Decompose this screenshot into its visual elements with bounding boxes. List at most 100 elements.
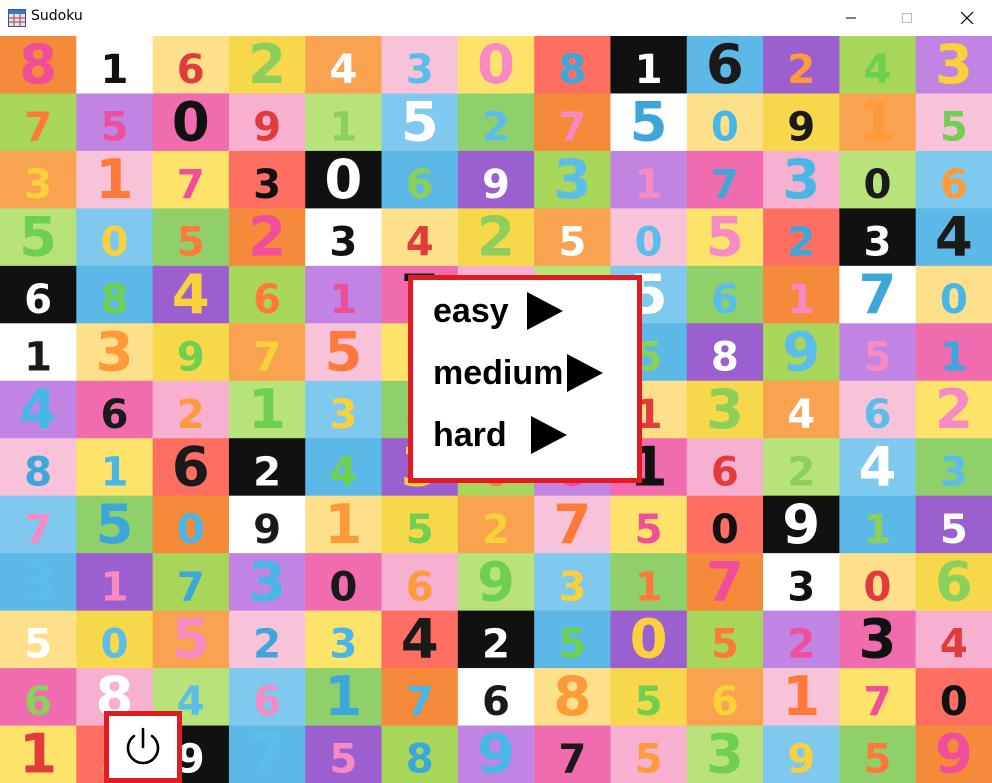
background-number: 5 bbox=[19, 205, 57, 269]
background-number: 8 bbox=[24, 449, 52, 495]
background-number: 2 bbox=[787, 449, 815, 495]
background-number: 7 bbox=[864, 679, 892, 725]
background-number: 5 bbox=[635, 737, 663, 783]
background-number: 4 bbox=[19, 377, 57, 441]
background-number: 8 bbox=[553, 664, 591, 728]
background-number: 3 bbox=[19, 549, 57, 613]
background-number: 4 bbox=[329, 47, 357, 93]
minimize-button[interactable] bbox=[828, 0, 874, 36]
background-number: 1 bbox=[100, 47, 128, 93]
background-number: 5 bbox=[24, 622, 52, 668]
background-number: 9 bbox=[787, 737, 815, 783]
background-number: 5 bbox=[630, 90, 668, 154]
background-number: 6 bbox=[253, 679, 281, 725]
title-bar: Sudoku bbox=[0, 0, 992, 36]
background-number: 7 bbox=[253, 334, 281, 380]
background-number: 1 bbox=[635, 47, 663, 93]
background-number: 9 bbox=[177, 334, 205, 380]
background-number: 5 bbox=[706, 205, 744, 269]
background-number: 4 bbox=[940, 622, 968, 668]
background-number: 8 bbox=[558, 47, 586, 93]
background-number: 0 bbox=[630, 607, 668, 671]
background-number: 3 bbox=[253, 162, 281, 208]
background-number: 3 bbox=[95, 319, 133, 383]
background-number: 6 bbox=[711, 277, 739, 323]
power-icon bbox=[126, 727, 160, 765]
background-number: 1 bbox=[787, 277, 815, 323]
background-number: 9 bbox=[482, 162, 510, 208]
background-number: 0 bbox=[177, 507, 205, 553]
background-number: 5 bbox=[324, 319, 362, 383]
background-number: 4 bbox=[859, 434, 897, 498]
background-number: 2 bbox=[787, 47, 815, 93]
background-number: 0 bbox=[100, 220, 128, 266]
background-number: 7 bbox=[248, 722, 286, 783]
background-number: 3 bbox=[406, 47, 434, 93]
close-button[interactable] bbox=[944, 0, 990, 36]
background-number: 4 bbox=[406, 220, 434, 266]
background-number: 9 bbox=[787, 105, 815, 151]
easy-option[interactable]: easy bbox=[433, 290, 565, 332]
background-number: 9 bbox=[477, 722, 515, 783]
background-number: 6 bbox=[406, 564, 434, 610]
background-number: 7 bbox=[24, 507, 52, 553]
background-number: 6 bbox=[172, 434, 210, 498]
background-number: 4 bbox=[935, 205, 973, 269]
background-number: 0 bbox=[711, 507, 739, 553]
background-number: 8 bbox=[19, 36, 57, 96]
background-number: 2 bbox=[482, 622, 510, 668]
background-number: 4 bbox=[329, 449, 357, 495]
background-number: 6 bbox=[482, 679, 510, 725]
maximize-button[interactable] bbox=[884, 0, 930, 36]
background-number: 3 bbox=[782, 147, 820, 211]
background-number: 1 bbox=[329, 105, 357, 151]
background-number: 1 bbox=[100, 449, 128, 495]
background-number: 2 bbox=[477, 205, 515, 269]
background-number: 5 bbox=[635, 507, 663, 553]
background-number: 8 bbox=[100, 277, 128, 323]
background-number: 5 bbox=[100, 105, 128, 151]
background-number: 6 bbox=[406, 162, 434, 208]
medium-option[interactable]: medium bbox=[433, 352, 605, 394]
background-number: 5 bbox=[940, 507, 968, 553]
background-number: 6 bbox=[864, 392, 892, 438]
background-number: 0 bbox=[940, 679, 968, 725]
power-button[interactable] bbox=[104, 711, 182, 783]
background-number: 7 bbox=[406, 679, 434, 725]
background-number: 7 bbox=[177, 162, 205, 208]
background-number: 4 bbox=[787, 392, 815, 438]
background-number: 7 bbox=[859, 262, 897, 326]
background-number: 6 bbox=[24, 679, 52, 725]
background-number: 2 bbox=[248, 36, 286, 96]
background-number: 0 bbox=[324, 147, 362, 211]
background-number: 3 bbox=[706, 722, 744, 783]
background-number: 5 bbox=[635, 679, 663, 725]
play-arrow-icon bbox=[530, 416, 567, 454]
background-number: 5 bbox=[329, 737, 357, 783]
background-number: 6 bbox=[100, 392, 128, 438]
background-number: 9 bbox=[782, 492, 820, 556]
background-number: 1 bbox=[782, 664, 820, 728]
background-number: 9 bbox=[935, 722, 973, 783]
hard-option[interactable]: hard bbox=[433, 414, 569, 456]
background-number: 5 bbox=[177, 220, 205, 266]
background-number: 6 bbox=[935, 549, 973, 613]
background-number: 3 bbox=[859, 607, 897, 671]
background-number: 3 bbox=[329, 220, 357, 266]
play-arrow-icon bbox=[526, 292, 563, 330]
background-number: 5 bbox=[172, 607, 210, 671]
background-number: 5 bbox=[864, 737, 892, 783]
background-number: 9 bbox=[253, 105, 281, 151]
background-number: 3 bbox=[787, 564, 815, 610]
background-number: 2 bbox=[787, 622, 815, 668]
background-number: 7 bbox=[706, 549, 744, 613]
background-number: 6 bbox=[253, 277, 281, 323]
background-number: 2 bbox=[787, 220, 815, 266]
background-number: 7 bbox=[711, 162, 739, 208]
background-number: 1 bbox=[324, 492, 362, 556]
background-number: 3 bbox=[329, 392, 357, 438]
background-number: 0 bbox=[711, 105, 739, 151]
minimize-icon bbox=[846, 17, 856, 19]
background-number: 2 bbox=[177, 392, 205, 438]
background-number: 3 bbox=[329, 622, 357, 668]
